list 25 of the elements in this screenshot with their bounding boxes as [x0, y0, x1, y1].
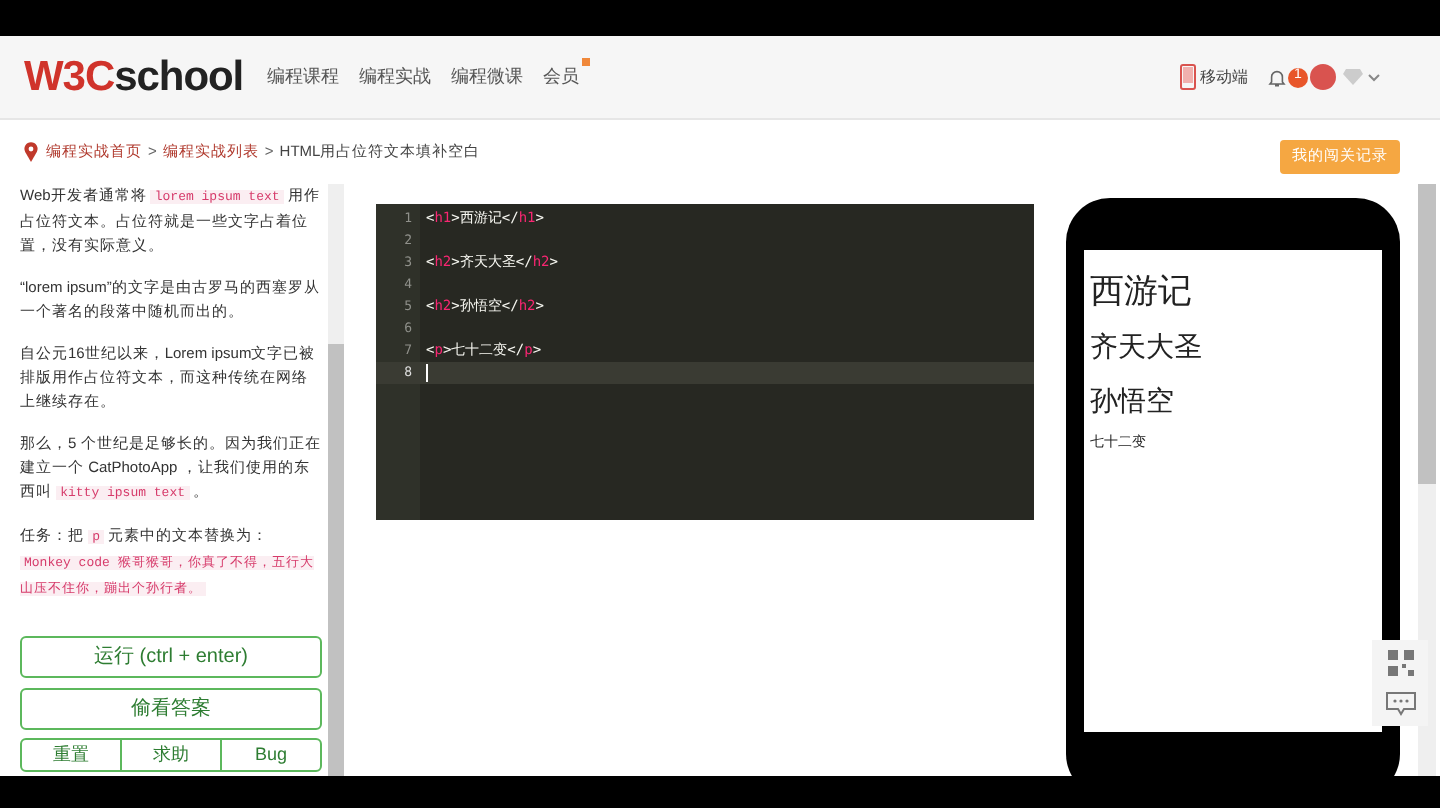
nav-link[interactable]: 编程实战	[359, 63, 432, 91]
action-button[interactable]: 求助	[120, 740, 220, 770]
preview-heading: 孙悟空	[1090, 384, 1176, 422]
chevron-down-icon[interactable]	[1368, 73, 1380, 81]
preview-heading: 西游记	[1090, 270, 1194, 316]
scrollbar[interactable]	[328, 184, 344, 776]
nav-link[interactable]: 编程课程	[267, 63, 340, 91]
bell-icon[interactable]	[1268, 67, 1286, 87]
page-scrollbar[interactable]	[1418, 184, 1436, 776]
location-pin-icon	[24, 142, 38, 162]
run-button[interactable]: 运行 (ctrl + enter)	[20, 636, 322, 678]
peek-answer-button[interactable]: 偷看答案	[20, 688, 322, 730]
nav-link[interactable]: 编程微课	[451, 63, 524, 91]
diamond-icon	[1342, 68, 1364, 86]
preview-heading: 齐天大圣	[1090, 330, 1204, 368]
smartphone-icon	[1180, 64, 1196, 90]
action-button[interactable]: 重置	[22, 740, 120, 770]
qr-code-icon[interactable]	[1387, 650, 1413, 676]
text-cursor	[426, 364, 428, 382]
mobile-link[interactable]: 移动端	[1200, 65, 1248, 89]
site-logo[interactable]: W3Cschool	[24, 45, 244, 109]
chat-icon[interactable]	[1385, 692, 1415, 716]
nav-link[interactable]: 会员	[543, 63, 580, 91]
avatar[interactable]	[1310, 64, 1336, 90]
action-button[interactable]: Bug	[220, 740, 320, 770]
